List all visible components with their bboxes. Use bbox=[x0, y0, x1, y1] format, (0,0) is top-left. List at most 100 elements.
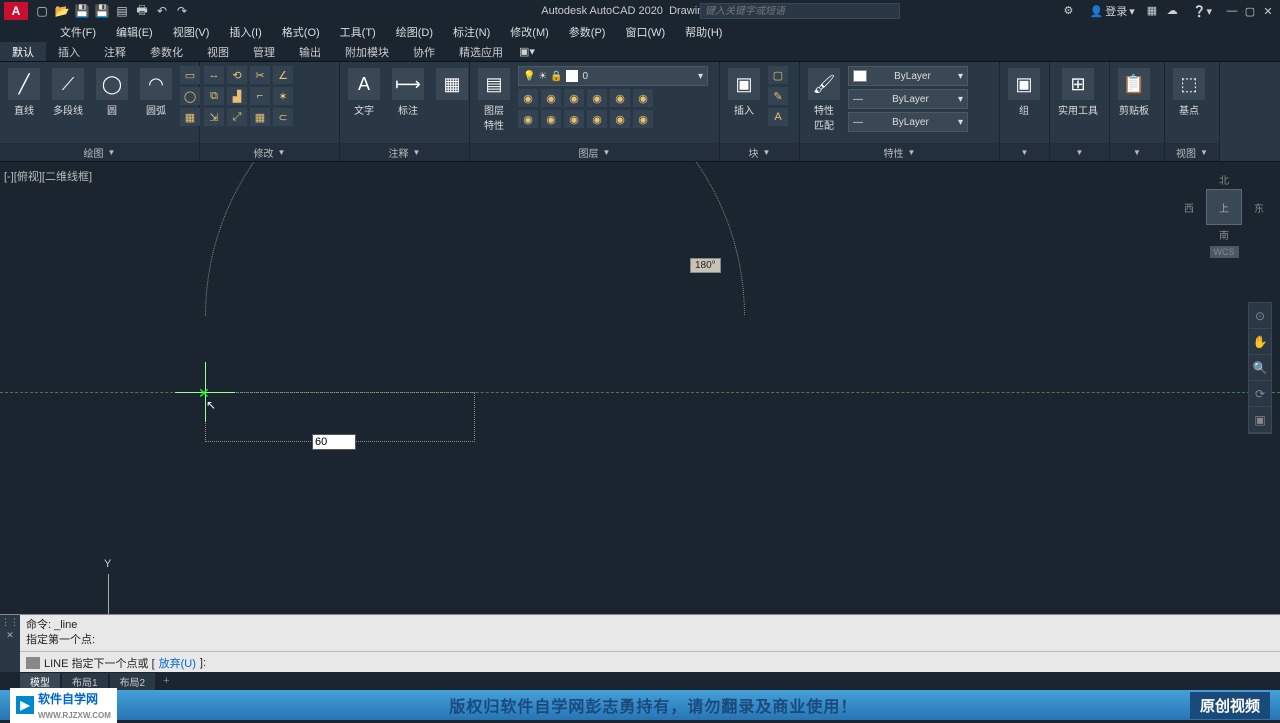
group-icon[interactable]: ▣ bbox=[1008, 68, 1040, 100]
polyline-icon[interactable]: ⟋ bbox=[52, 68, 84, 100]
signin-button[interactable]: 👤 登录 ▾ bbox=[1084, 3, 1141, 19]
tab-manage[interactable]: 管理 bbox=[241, 42, 287, 61]
menu-edit[interactable]: 编辑(E) bbox=[106, 22, 163, 42]
dynamic-input[interactable] bbox=[312, 434, 356, 450]
viewport-label[interactable]: [-][俯视][二维线框] bbox=[4, 168, 92, 184]
saveas-icon[interactable]: 💾 bbox=[94, 3, 110, 19]
layout-tabs: 模型 布局1 布局2 + bbox=[0, 672, 1280, 690]
app-logo[interactable]: A bbox=[4, 2, 28, 20]
lineweight-selector[interactable]: —ByLayer▾ bbox=[848, 89, 968, 109]
mirror-icon[interactable]: ▟ bbox=[227, 87, 247, 105]
cmd-prompt[interactable]: LINE 指定下一个点或 [放弃(U)]: bbox=[0, 651, 1280, 674]
menu-dim[interactable]: 标注(N) bbox=[443, 22, 500, 42]
circle-icon[interactable]: ◯ bbox=[96, 68, 128, 100]
viewcube-face[interactable]: 上 bbox=[1206, 189, 1242, 225]
arc-icon[interactable]: ◠ bbox=[140, 68, 172, 100]
help-button[interactable]: ❔▾ bbox=[1187, 5, 1218, 18]
menu-param[interactable]: 参数(P) bbox=[559, 22, 616, 42]
search-input[interactable] bbox=[700, 3, 900, 19]
menu-modify[interactable]: 修改(M) bbox=[500, 22, 559, 42]
nav-wheel-icon[interactable]: ⊙ bbox=[1249, 303, 1271, 329]
basepoint-icon[interactable]: ⬚ bbox=[1173, 68, 1205, 100]
clipboard-icon[interactable]: 📋 bbox=[1118, 68, 1150, 100]
min-button[interactable]: — bbox=[1224, 4, 1240, 18]
cmd-handle-icon[interactable]: ⋮⋮ bbox=[1, 617, 19, 628]
create-block-icon[interactable]: ▢ bbox=[768, 66, 788, 84]
viewcube[interactable]: 北 西 上 东 南 WCS bbox=[1184, 172, 1264, 258]
rotate-icon[interactable]: ⟲ bbox=[227, 66, 247, 84]
panel-draw-title: 绘图 bbox=[84, 145, 104, 160]
drawing-area[interactable]: [-][俯视][二维线框] ✕ ↖ 180° Y X 北 西 上 东 南 WCS… bbox=[0, 162, 1280, 648]
menu-format[interactable]: 格式(O) bbox=[272, 22, 330, 42]
stretch-icon[interactable]: ⇲ bbox=[204, 108, 224, 126]
explode-icon[interactable]: ✶ bbox=[273, 87, 293, 105]
layeriso-icon[interactable]: ◉ bbox=[518, 89, 538, 107]
infocenter-icon[interactable]: ⚙ bbox=[1064, 4, 1078, 18]
trim-icon[interactable]: ✂ bbox=[250, 66, 270, 84]
copy-icon[interactable]: ⧉ bbox=[204, 87, 224, 105]
menu-tools[interactable]: 工具(T) bbox=[330, 22, 386, 42]
fillet-icon[interactable]: ⌐ bbox=[250, 87, 270, 105]
nav-orbit-icon[interactable]: ⟳ bbox=[1249, 381, 1271, 407]
panel-layer-title: 图层 bbox=[579, 145, 599, 160]
tab-annotate[interactable]: 注释 bbox=[92, 42, 138, 61]
ellipse-icon[interactable]: ◯ bbox=[180, 87, 200, 105]
offset-icon[interactable]: ⊂ bbox=[273, 108, 293, 126]
attr-icon[interactable]: A bbox=[768, 108, 788, 126]
save-icon[interactable]: 💾 bbox=[74, 3, 90, 19]
restore-button[interactable]: ▢ bbox=[1242, 4, 1258, 18]
tab-parametric[interactable]: 参数化 bbox=[138, 42, 195, 61]
utility-icon[interactable]: ⊞ bbox=[1062, 68, 1094, 100]
matchprops-icon[interactable]: 🖌 bbox=[808, 68, 840, 100]
tab-insert[interactable]: 插入 bbox=[46, 42, 92, 61]
close-button[interactable]: ✕ bbox=[1260, 4, 1276, 18]
array-icon[interactable]: ▦ bbox=[250, 108, 270, 126]
move-icon[interactable]: ↔ bbox=[204, 66, 224, 84]
app-exchange-icon[interactable]: ▦ bbox=[1147, 4, 1161, 18]
redo-icon[interactable]: ↷ bbox=[174, 3, 190, 19]
menu-insert[interactable]: 插入(I) bbox=[219, 22, 271, 42]
openweb-icon[interactable]: ▤ bbox=[114, 3, 130, 19]
cloud-icon[interactable]: ☁ bbox=[1167, 4, 1181, 18]
panel-prop: 🖌特性 匹配 ByLayer▾ —ByLayer▾ —ByLayer▾ 特性▼ bbox=[800, 62, 1000, 161]
panel-modify-title: 修改 bbox=[254, 145, 274, 160]
hatch-icon[interactable]: ▦ bbox=[180, 108, 200, 126]
menu-draw[interactable]: 绘图(D) bbox=[386, 22, 443, 42]
reference-arc bbox=[205, 162, 745, 586]
open-icon[interactable]: 📂 bbox=[54, 3, 70, 19]
menu-help[interactable]: 帮助(H) bbox=[675, 22, 732, 42]
erase-icon[interactable]: ∠ bbox=[273, 66, 293, 84]
wcs-label[interactable]: WCS bbox=[1210, 246, 1239, 258]
add-layout-button[interactable]: + bbox=[157, 674, 175, 688]
nav-pan-icon[interactable]: ✋ bbox=[1249, 329, 1271, 355]
color-selector[interactable]: ByLayer▾ bbox=[848, 66, 968, 86]
tab-play-icon[interactable]: ▣▾ bbox=[519, 45, 535, 58]
nav-zoom-icon[interactable]: 🔍 bbox=[1249, 355, 1271, 381]
command-line[interactable]: ⋮⋮✕ 命令: _line 指定第一个点: LINE 指定下一个点或 [放弃(U… bbox=[0, 614, 1280, 672]
dim-icon[interactable]: ⟼ bbox=[392, 68, 424, 100]
undo-icon[interactable]: ↶ bbox=[154, 3, 170, 19]
rect-icon[interactable]: ▭ bbox=[180, 66, 200, 84]
tab-featured[interactable]: 精选应用 bbox=[447, 42, 515, 61]
insert-block-icon[interactable]: ▣ bbox=[728, 68, 760, 100]
plot-icon[interactable]: 🖶 bbox=[134, 3, 150, 19]
menu-view[interactable]: 视图(V) bbox=[163, 22, 220, 42]
tab-output[interactable]: 输出 bbox=[287, 42, 333, 61]
tab-default[interactable]: 默认 bbox=[0, 42, 46, 61]
watermark-tag: 原创视频 bbox=[1190, 692, 1270, 719]
line-icon[interactable]: ╱ bbox=[8, 68, 40, 100]
scale-icon[interactable]: ⤢ bbox=[227, 108, 247, 126]
tab-addins[interactable]: 附加模块 bbox=[333, 42, 401, 61]
edit-block-icon[interactable]: ✎ bbox=[768, 87, 788, 105]
tab-collab[interactable]: 协作 bbox=[401, 42, 447, 61]
nav-showmotion-icon[interactable]: ▣ bbox=[1249, 407, 1271, 433]
layer-selector[interactable]: 💡 ☀ 🔒 0▾ bbox=[518, 66, 708, 86]
linetype-selector[interactable]: —ByLayer▾ bbox=[848, 112, 968, 132]
tab-view[interactable]: 视图 bbox=[195, 42, 241, 61]
menu-window[interactable]: 窗口(W) bbox=[615, 22, 675, 42]
table-icon[interactable]: ▦ bbox=[436, 68, 468, 100]
text-icon[interactable]: A bbox=[348, 68, 380, 100]
menu-file[interactable]: 文件(F) bbox=[50, 22, 106, 42]
new-icon[interactable]: ▢ bbox=[34, 3, 50, 19]
layerprops-icon[interactable]: ▤ bbox=[478, 68, 510, 100]
